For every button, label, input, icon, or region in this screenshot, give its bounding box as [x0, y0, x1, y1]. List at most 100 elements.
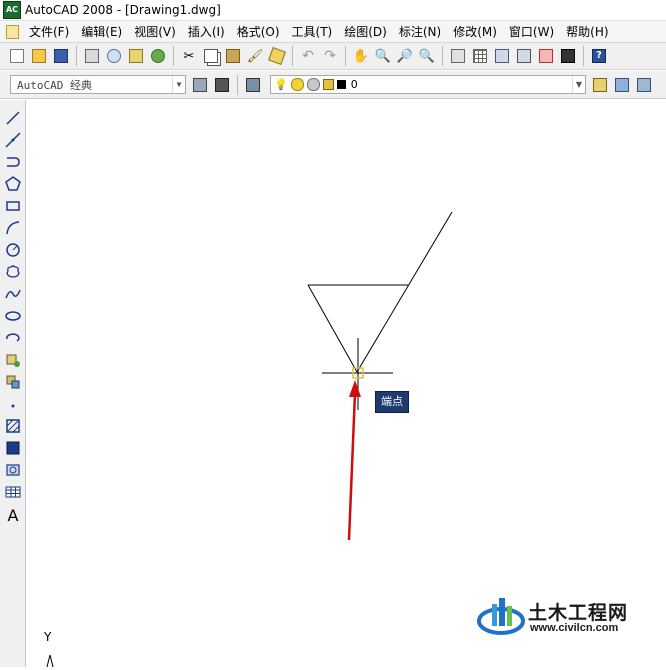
arc-icon[interactable]: [3, 218, 23, 238]
ellipse-arc-icon[interactable]: [3, 328, 23, 348]
point-icon[interactable]: [3, 394, 23, 414]
tool-palettes-icon[interactable]: [492, 46, 512, 66]
workspace-dropdown[interactable]: AutoCAD 经典 ▼: [10, 75, 186, 94]
make-object-layer-current-icon[interactable]: [590, 75, 610, 95]
hatch-icon[interactable]: [3, 416, 23, 436]
layer-dropdown[interactable]: 💡 0 ▼: [270, 75, 586, 94]
window-title: AutoCAD 2008 - [Drawing1.dwg]: [25, 3, 221, 17]
publish-icon[interactable]: [126, 46, 146, 66]
polygon-icon[interactable]: [3, 174, 23, 194]
document-icon[interactable]: [6, 24, 19, 39]
toolbar-separator: [76, 46, 77, 66]
autocad-app-icon[interactable]: AC: [3, 1, 21, 19]
ellipse-icon[interactable]: [3, 306, 23, 326]
plot-icon[interactable]: [82, 46, 102, 66]
menu-dimension[interactable]: 标注(N): [393, 23, 447, 40]
osnap-endpoint-tooltip: 端点: [375, 391, 409, 413]
draw-toolbar: A: [0, 100, 26, 667]
menu-help[interactable]: 帮助(H): [560, 23, 614, 40]
match-properties-icon[interactable]: 🖌: [245, 46, 265, 66]
make-block-icon[interactable]: [3, 372, 23, 392]
undo-icon[interactable]: ↶: [298, 46, 318, 66]
open-icon[interactable]: [29, 46, 49, 66]
chevron-down-icon[interactable]: ▼: [172, 76, 185, 93]
ucs-y-axis-right: [49, 654, 54, 668]
lock-icon: [322, 79, 334, 90]
toolbar-separator: [583, 46, 584, 66]
color-swatch-icon: [336, 80, 346, 89]
standard-toolbar: ✂ 🖌 ↶ ↷ ✋ 🔍 🔎 🔍 ?: [0, 43, 666, 70]
table-icon[interactable]: [3, 482, 23, 502]
markup-icon[interactable]: [536, 46, 556, 66]
toolbar-separator: [442, 46, 443, 66]
layer-previous-icon[interactable]: [612, 75, 632, 95]
triangle-left-edge: [307, 284, 358, 373]
title-bar: AC AutoCAD 2008 - [Drawing1.dwg]: [0, 0, 666, 21]
menu-file[interactable]: 文件(F): [23, 23, 75, 40]
menu-insert[interactable]: 插入(I): [182, 23, 231, 40]
toolbar-separator: [173, 46, 174, 66]
block-editor-icon[interactable]: [267, 46, 287, 66]
polyline-icon[interactable]: [3, 152, 23, 172]
drawing-svg: [46, 211, 453, 668]
design-center-icon[interactable]: [470, 46, 490, 66]
paste-icon[interactable]: [223, 46, 243, 66]
menu-window[interactable]: 窗口(W): [503, 23, 560, 40]
menu-format[interactable]: 格式(O): [231, 23, 286, 40]
lightbulb-icon: 💡: [274, 78, 288, 91]
ucs-y-label: Y: [44, 630, 52, 644]
help-icon[interactable]: ?: [589, 46, 609, 66]
sun-icon: [290, 78, 304, 91]
triangle-right-edge-extended: [356, 211, 453, 373]
workspace-value: AutoCAD 经典: [17, 78, 92, 92]
toolbar-separator: [237, 74, 238, 95]
circle-icon[interactable]: [3, 240, 23, 260]
watermark: 土木工程网 www.civilcn.com: [476, 594, 656, 640]
workspace-save-icon[interactable]: [212, 75, 232, 95]
insert-block-icon[interactable]: [3, 350, 23, 370]
watermark-logo-icon: [477, 598, 525, 635]
save-icon[interactable]: [51, 46, 71, 66]
chevron-down-icon[interactable]: ▼: [572, 76, 585, 93]
menu-bar: 文件(F) 编辑(E) 视图(V) 插入(I) 格式(O) 工具(T) 绘图(D…: [0, 21, 666, 43]
menu-tools[interactable]: 工具(T): [286, 23, 339, 40]
layer-properties-icon[interactable]: [243, 75, 263, 95]
new-icon[interactable]: [7, 46, 27, 66]
rectangle-icon[interactable]: [3, 196, 23, 216]
sheet-set-icon[interactable]: [514, 46, 534, 66]
red-arrow-shaft: [347, 392, 357, 541]
toolbar-separator: [345, 46, 346, 66]
copy-icon[interactable]: [201, 46, 221, 66]
toolbar-separator: [292, 46, 293, 66]
layer-value: 0: [350, 78, 358, 91]
region-icon[interactable]: [3, 460, 23, 480]
menu-edit[interactable]: 编辑(E): [75, 23, 128, 40]
redo-icon[interactable]: ↷: [320, 46, 340, 66]
gradient-icon[interactable]: [3, 438, 23, 458]
workspace-settings-icon[interactable]: [190, 75, 210, 95]
properties-icon[interactable]: [448, 46, 468, 66]
menu-draw[interactable]: 绘图(D): [338, 23, 393, 40]
multiline-text-icon[interactable]: A: [3, 505, 23, 525]
ucs-y-axis: [46, 654, 51, 668]
pan-icon[interactable]: ✋: [351, 46, 371, 66]
layer-states-icon[interactable]: [634, 75, 654, 95]
quickcalc-icon[interactable]: [558, 46, 578, 66]
plot-preview-icon[interactable]: [104, 46, 124, 66]
viewport-freeze-icon: [306, 78, 320, 91]
line-icon[interactable]: [3, 108, 23, 128]
watermark-title: 土木工程网: [528, 602, 629, 624]
red-arrow-head: [349, 380, 361, 397]
workspace-layer-toolbar: AutoCAD 经典 ▼ 💡 0 ▼: [0, 71, 666, 99]
revision-cloud-icon[interactable]: [3, 262, 23, 282]
3d-dwf-icon[interactable]: [148, 46, 168, 66]
zoom-realtime-icon[interactable]: 🔍: [373, 46, 393, 66]
zoom-window-icon[interactable]: 🔎: [395, 46, 415, 66]
zoom-previous-icon[interactable]: 🔍: [417, 46, 437, 66]
cut-icon[interactable]: ✂: [179, 46, 199, 66]
menu-modify[interactable]: 修改(M): [447, 23, 503, 40]
construction-line-icon[interactable]: [3, 130, 23, 150]
spline-icon[interactable]: [3, 284, 23, 304]
menu-view[interactable]: 视图(V): [128, 23, 182, 40]
drawing-area[interactable]: [27, 100, 666, 668]
